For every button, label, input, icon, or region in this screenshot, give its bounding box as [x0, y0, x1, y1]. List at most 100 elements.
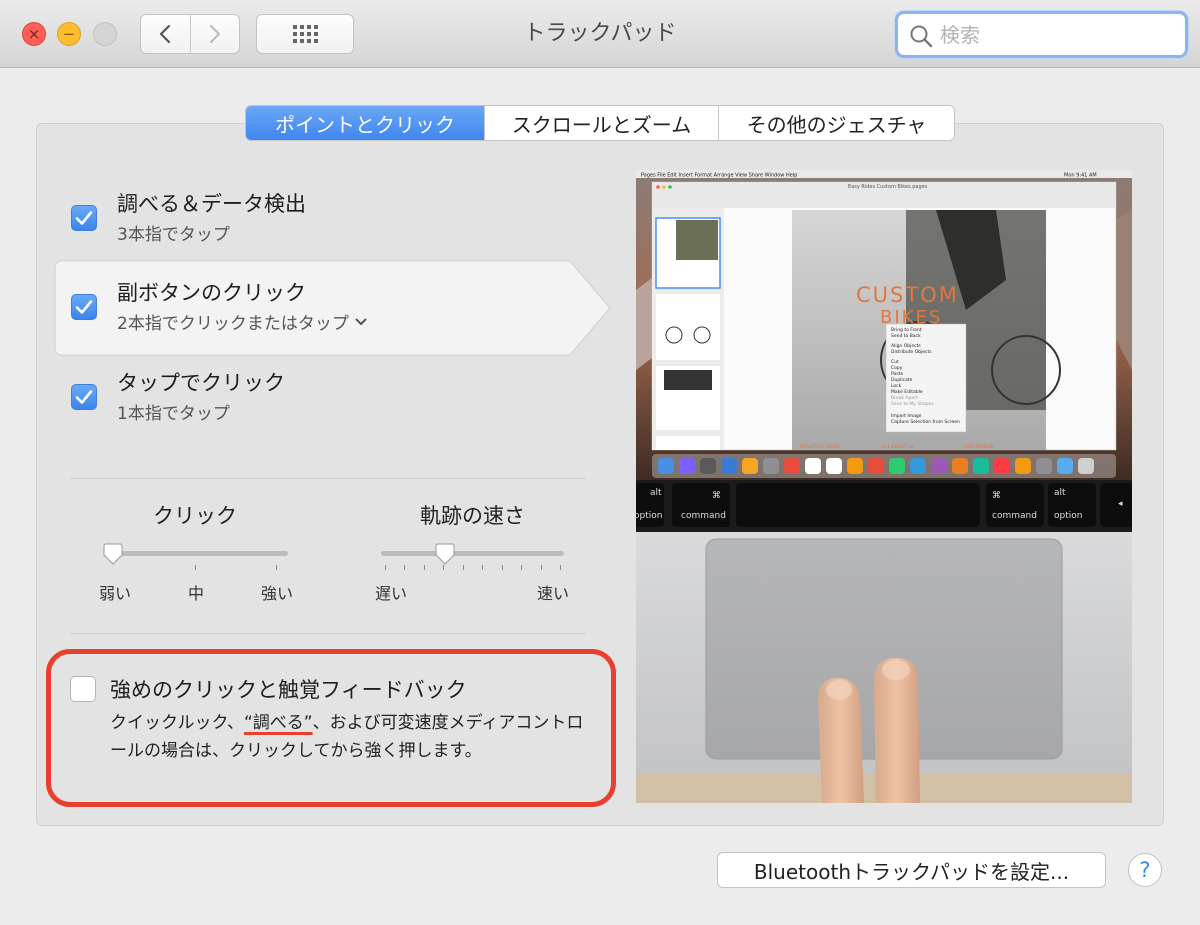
- svg-text:Import Image: Import Image: [891, 413, 922, 419]
- tap-to-click-title: タップでクリック: [117, 371, 285, 395]
- checkmark-icon: [75, 390, 93, 404]
- tracking-speed-title: 軌跡の速さ: [420, 504, 525, 528]
- svg-text:alt: alt: [650, 488, 662, 498]
- search-icon: [910, 25, 933, 48]
- checkmark-icon: [75, 211, 93, 225]
- dock-app-icon: [1036, 458, 1052, 474]
- search-field[interactable]: [895, 11, 1188, 58]
- dock-app-icon: [868, 458, 884, 474]
- svg-text:Make Editable: Make Editable: [891, 389, 923, 395]
- gesture-preview-video: Pages File Edit Insert Format Arrange Vi…: [636, 170, 1132, 803]
- dock-app-icon: [658, 458, 674, 474]
- svg-text:Duplicate: Duplicate: [891, 377, 913, 383]
- dock-app-icon: [805, 458, 821, 474]
- dock-app-icon: [973, 458, 989, 474]
- svg-text:Capture Selection from Screen: Capture Selection from Screen: [891, 419, 960, 425]
- selected-option-highlight: [54, 260, 611, 356]
- back-button[interactable]: [141, 15, 190, 53]
- tab-more-gestures[interactable]: その他のジェスチャ: [718, 106, 954, 140]
- svg-text:⌘: ⌘: [712, 491, 721, 501]
- navigation-buttons: [140, 14, 240, 54]
- tab-scroll-and-zoom[interactable]: スクロールとズーム: [484, 106, 718, 140]
- dock-app-icon: [1015, 458, 1031, 474]
- zoom-button[interactable]: [93, 22, 117, 46]
- slider-tick: [443, 565, 445, 570]
- slider-tick: [385, 565, 386, 570]
- slider-tick: [521, 565, 523, 570]
- lookup-link[interactable]: “調べる”: [244, 713, 313, 733]
- dock-app-icon: [889, 458, 905, 474]
- force-desc-before: クイックルック、: [110, 713, 244, 733]
- svg-text:Mon 9:41 AM: Mon 9:41 AM: [1064, 173, 1097, 179]
- tab-bar: ポイントとクリック スクロールとズーム その他のジェスチャ: [245, 105, 955, 141]
- forward-button[interactable]: [189, 15, 240, 53]
- svg-text:Save to My Shapes: Save to My Shapes: [891, 401, 934, 407]
- dock-app-icon: [742, 458, 758, 474]
- secondary-click-checkbox[interactable]: [71, 294, 97, 320]
- lookup-subtitle: 3本指でタップ: [117, 225, 230, 245]
- slider-tick: [423, 565, 425, 570]
- minimize-icon: −: [62, 24, 76, 43]
- chevron-right-icon: [209, 24, 220, 44]
- dock-app-icon: [1078, 458, 1094, 474]
- tracking-slider-knob[interactable]: [435, 543, 455, 565]
- svg-text:Easy Rides Custom Bikes.pages: Easy Rides Custom Bikes.pages: [848, 184, 928, 190]
- title-bar: × − トラックパッド: [0, 0, 1200, 68]
- svg-text:◂: ◂: [1118, 499, 1123, 509]
- slider-tick: [404, 565, 406, 570]
- svg-text:Paste: Paste: [891, 371, 903, 377]
- tap-to-click-subtitle: 1本指でタップ: [117, 404, 230, 424]
- click-slider-knob[interactable]: [103, 543, 123, 565]
- close-button[interactable]: ×: [22, 22, 46, 46]
- svg-text:option: option: [636, 511, 662, 521]
- preview-illustration: Pages File Edit Insert Format Arrange Vi…: [636, 170, 1132, 803]
- svg-text:Copy: Copy: [891, 365, 903, 371]
- svg-text:Bring to Front: Bring to Front: [891, 327, 922, 333]
- dock-app-icon: [763, 458, 779, 474]
- lookup-checkbox[interactable]: [71, 205, 97, 231]
- minimize-button[interactable]: −: [57, 22, 81, 46]
- show-all-button[interactable]: [256, 14, 354, 54]
- divider: [70, 478, 586, 479]
- slider-tick: [560, 565, 561, 570]
- checkmark-icon: [75, 300, 93, 314]
- tracking-label-slow: 遅い: [375, 584, 408, 603]
- slider-tick: [540, 565, 542, 570]
- svg-text:Pages File Edit Insert For: Pages File Edit Insert Format Arrange Vi…: [641, 173, 797, 179]
- svg-text:command: command: [681, 511, 726, 521]
- search-input[interactable]: [940, 18, 1170, 52]
- chevron-left-icon: [160, 24, 171, 44]
- svg-text:Cut: Cut: [891, 359, 899, 365]
- force-click-checkbox[interactable]: [70, 676, 96, 702]
- dock-app-icon: [931, 458, 947, 474]
- svg-text:Align Objects: Align Objects: [891, 343, 921, 349]
- click-label-medium: 中: [188, 584, 205, 603]
- lookup-title: 調べる＆データ検出: [117, 192, 306, 216]
- svg-text:BEAUTIFUL BIKES: BEAUTIFUL BIKES: [800, 444, 839, 450]
- click-label-firm: 強い: [261, 584, 294, 603]
- slider-tick: [195, 565, 196, 570]
- tab-point-and-click[interactable]: ポイントとクリック: [246, 106, 484, 140]
- setup-bluetooth-trackpad-button[interactable]: Bluetoothトラックパッドを設定...: [717, 852, 1106, 888]
- click-slider-title: クリック: [153, 504, 237, 528]
- force-click-title: 強めのクリックと触覚フィードバック: [110, 678, 467, 702]
- svg-text:Lock: Lock: [891, 383, 902, 389]
- dock-app-icon: [994, 458, 1010, 474]
- force-click-description: クイックルック、“調べる”、および可変速度メディアコントロールの場合は、クリック…: [110, 709, 600, 765]
- svg-text:Break Apart: Break Apart: [891, 395, 918, 401]
- help-button[interactable]: ?: [1128, 853, 1162, 887]
- dock-app-icon: [847, 458, 863, 474]
- svg-text:OUR MISSION: OUR MISSION: [964, 444, 995, 450]
- tracking-label-fast: 速い: [537, 584, 570, 603]
- dock-app-icon: [1057, 458, 1073, 474]
- svg-text:alt: alt: [1054, 488, 1066, 498]
- tap-to-click-checkbox[interactable]: [71, 384, 97, 410]
- slider-tick: [462, 565, 464, 570]
- slider-tick: [276, 565, 277, 570]
- secondary-click-subtitle: 2本指でクリックまたはタップ: [117, 314, 349, 334]
- click-slider-track: [104, 551, 288, 556]
- svg-text:Distribute Objects: Distribute Objects: [891, 349, 932, 355]
- secondary-click-title: 副ボタンのクリック: [117, 281, 306, 305]
- dock-app-icon: [826, 458, 842, 474]
- secondary-click-popup[interactable]: 2本指でクリックまたはタップ: [117, 309, 367, 334]
